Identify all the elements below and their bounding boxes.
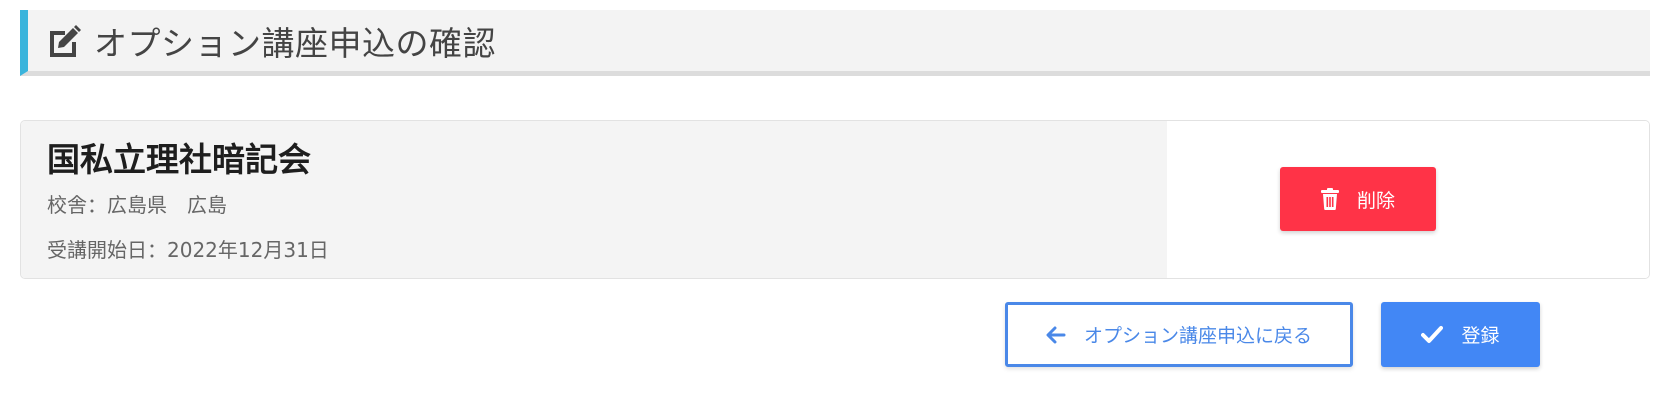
edit-icon	[46, 23, 82, 59]
back-button[interactable]: オプション講座申込に戻る	[1005, 302, 1353, 367]
course-actions: 削除	[1167, 121, 1649, 278]
course-info: 国私立理社暗記会 校舎：広島県 広島 受講開始日：2022年12月31日	[21, 121, 1167, 278]
trash-icon	[1320, 188, 1339, 210]
back-label: オプション講座申込に戻る	[1083, 325, 1312, 347]
page-title: オプション講座申込の確認	[94, 23, 496, 63]
check-icon	[1421, 325, 1444, 345]
course-name: 国私立理社暗記会	[47, 140, 311, 179]
delete-button[interactable]: 削除	[1280, 167, 1436, 231]
register-button[interactable]: 登録	[1381, 302, 1540, 367]
arrow-left-icon	[1046, 325, 1066, 345]
course-start-date: 受講開始日：2022年12月31日	[47, 238, 329, 262]
course-card: 国私立理社暗記会 校舎：広島県 広島 受講開始日：2022年12月31日 削除	[20, 120, 1650, 279]
course-campus: 校舎：広島県 広島	[47, 193, 227, 217]
register-label: 登録	[1461, 325, 1500, 347]
delete-label: 削除	[1356, 189, 1395, 212]
page-header: オプション講座申込の確認	[20, 10, 1650, 76]
